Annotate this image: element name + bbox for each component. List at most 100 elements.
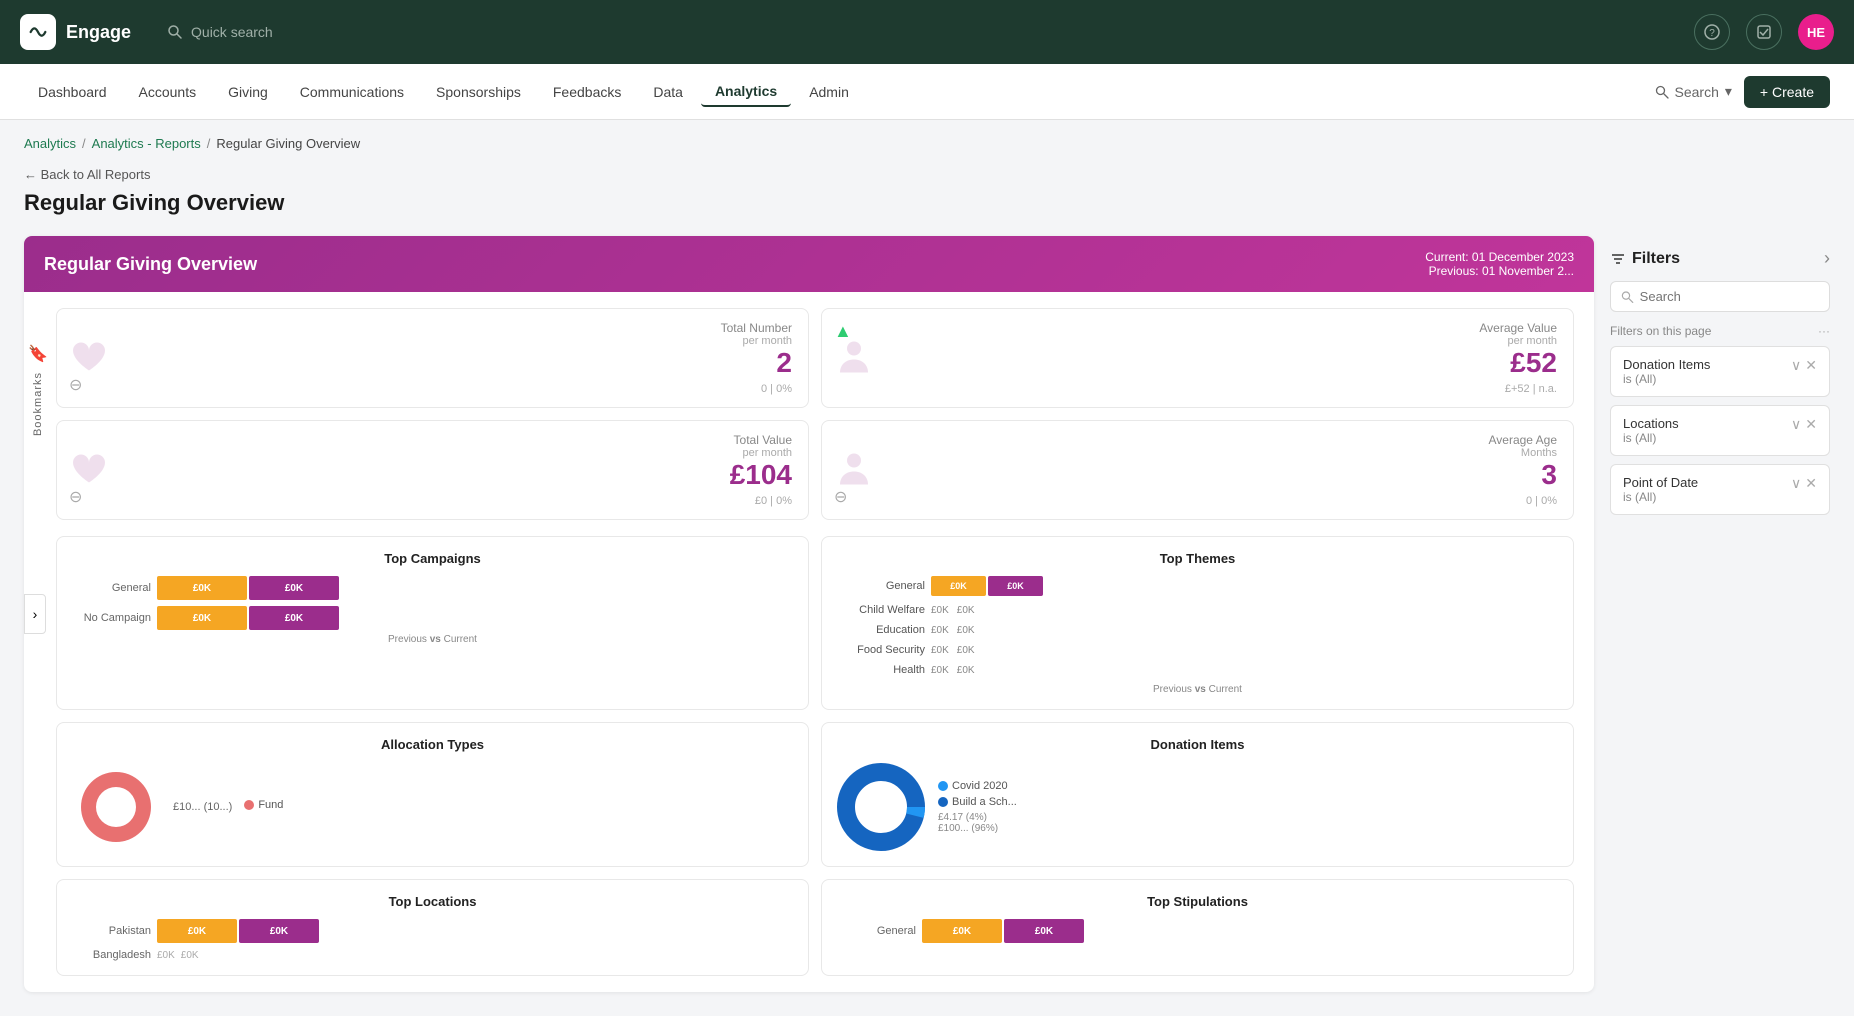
themes-bars: General £0K £0K Child Welfare £0K £0K (836, 576, 1559, 676)
theme-bar-general-curr: £0K (988, 576, 1043, 596)
bookmark-icon[interactable]: 🔖 (28, 344, 48, 364)
top-stipulations-bars: General £0K £0K (836, 919, 1559, 943)
stat-label-4: Average Age (838, 433, 1557, 447)
logo-container[interactable]: Engage (20, 14, 131, 50)
top-search[interactable]: Quick search (167, 24, 273, 40)
filter-pointofdate-actions: ∨ ✕ (1791, 475, 1817, 492)
stat-value-3: £104 (73, 459, 792, 491)
theme-label-health: Health (840, 664, 925, 676)
theme-row-childwelfare: Child Welfare £0K £0K (840, 604, 1555, 616)
filter-donation-clear[interactable]: ✕ (1805, 357, 1817, 374)
page-title: Regular Giving Overview (0, 186, 1854, 236)
location-bar-pakistan-prev: £0K (157, 919, 237, 943)
nav-search-chevron: ▾ (1725, 83, 1732, 100)
filter-locations-expand[interactable]: ∨ (1791, 416, 1801, 433)
nav-communications[interactable]: Communications (286, 78, 418, 106)
campaign-bar-nocampaign-curr: £0K (249, 606, 339, 630)
top-bar: Engage Quick search ? HE (0, 0, 1854, 64)
donation-legend-values: £4.17 (4%) £100... (96%) (938, 812, 1017, 834)
top-campaigns-bars: General £0K £0K No Campaign £0K £0K (71, 576, 794, 630)
location-val-bd-prev: £0K (157, 950, 175, 961)
campaign-bar-general-curr: £0K (249, 576, 339, 600)
date-previous: Previous: 01 November 2... (1425, 264, 1574, 278)
nav-accounts[interactable]: Accounts (125, 78, 211, 106)
location-bars-pakistan: £0K £0K (157, 919, 794, 943)
top-themes-title: Top Themes (836, 551, 1559, 566)
nav-search[interactable]: Search ▾ (1655, 83, 1732, 100)
donation-value-build: £100... (96%) (938, 823, 1017, 834)
main-content: › 🔖 Bookmarks Regular Giving Overview Cu… (0, 236, 1854, 1016)
filter-item-donation: Donation Items is (All) ∨ ✕ (1610, 346, 1830, 397)
stat-total-number: Total Number per month 2 0 | 0% ⊖ (56, 308, 809, 408)
breadcrumb-analytics[interactable]: Analytics (24, 136, 76, 151)
fund-legend-dot (244, 800, 254, 810)
breadcrumb-reports[interactable]: Analytics - Reports (92, 136, 201, 151)
nav-analytics[interactable]: Analytics (701, 77, 791, 107)
app-name: Engage (66, 22, 131, 43)
help-button[interactable]: ? (1694, 14, 1730, 50)
stat-label-3: Total Value (73, 433, 792, 447)
filter-pointofdate-expand[interactable]: ∨ (1791, 475, 1801, 492)
build-legend-label: Build a Sch... (952, 796, 1017, 808)
top-campaigns-chart: Top Campaigns General £0K £0K No Campaig… (56, 536, 809, 710)
avatar[interactable]: HE (1798, 14, 1834, 50)
theme-bars-childwelfare: £0K £0K (931, 605, 975, 616)
stipulation-bars-general: £0K £0K (922, 919, 1559, 943)
toggle-icon: › (33, 606, 38, 622)
stipulation-label-general: General (836, 925, 916, 937)
stat-value-1: 2 (73, 347, 792, 379)
theme-bars-education: £0K £0K (931, 625, 975, 636)
check-button[interactable] (1746, 14, 1782, 50)
theme-label-general: General (840, 580, 925, 592)
theme-bar-general-prev: £0K (931, 576, 986, 596)
stat-footer-1: 0 | 0% (73, 383, 792, 395)
create-button[interactable]: + Create (1744, 76, 1830, 108)
filters-section-label: Filters on this page ··· (1610, 324, 1830, 338)
stat-average-age: Average Age Months 3 0 | 0% ⊖ (821, 420, 1574, 520)
stat-minus-1: ⊖ (69, 375, 82, 395)
donuts-row: Allocation Types £10... (10...) Fund (24, 722, 1594, 879)
filter-pointofdate-content: Point of Date is (All) (1623, 475, 1783, 504)
nav-data[interactable]: Data (639, 78, 697, 106)
stat-icon-heart2 (69, 449, 109, 492)
nav-giving[interactable]: Giving (214, 78, 282, 106)
breadcrumb: Analytics / Analytics - Reports / Regula… (0, 120, 1854, 159)
breadcrumb-current: Regular Giving Overview (216, 136, 360, 151)
nav-sponsorships[interactable]: Sponsorships (422, 78, 535, 106)
location-row-pakistan: Pakistan £0K £0K (71, 919, 794, 943)
allocation-center-label: £10... (10...) (173, 801, 232, 813)
allocation-types-title: Allocation Types (71, 737, 794, 752)
filters-expand-button[interactable]: › (1824, 248, 1830, 269)
location-label-pakistan: Pakistan (71, 925, 151, 937)
filter-locations-actions: ∨ ✕ (1791, 416, 1817, 433)
filter-locations-clear[interactable]: ✕ (1805, 416, 1817, 433)
bottom-charts-row: Top Locations Pakistan £0K £0K Banglades… (24, 879, 1594, 992)
nav-feedbacks[interactable]: Feedbacks (539, 78, 635, 106)
charts-row-top: Top Campaigns General £0K £0K No Campaig… (24, 536, 1594, 722)
filters-title: Filters (1610, 250, 1680, 268)
stat-minus-3: ⊖ (69, 487, 82, 507)
campaign-bars-nocampaign: £0K £0K (157, 606, 794, 630)
nav-dashboard[interactable]: Dashboard (24, 78, 121, 106)
stat-minus-4: ⊖ (834, 487, 847, 507)
svg-text:?: ? (1709, 28, 1715, 39)
filter-donation-expand[interactable]: ∨ (1791, 357, 1801, 374)
filters-search-box[interactable] (1610, 281, 1830, 312)
filter-locations-content: Locations is (All) (1623, 416, 1783, 445)
theme-bars-foodsecurity: £0K £0K (931, 645, 975, 656)
back-link[interactable]: ← Back to All Reports (0, 159, 1854, 186)
sidebar-toggle[interactable]: › (24, 594, 46, 634)
top-stipulations-chart: Top Stipulations General £0K £0K (821, 879, 1574, 976)
location-bar-pakistan-curr: £0K (239, 919, 319, 943)
filters-more-icon[interactable]: ··· (1818, 324, 1830, 338)
nav-right: Search ▾ + Create (1655, 76, 1830, 108)
covid-legend-label: Covid 2020 (952, 780, 1008, 792)
donation-value-covid: £4.17 (4%) (938, 812, 1017, 823)
nav-admin[interactable]: Admin (795, 78, 863, 106)
filters-search-input[interactable] (1640, 289, 1819, 304)
report-header: Regular Giving Overview Current: 01 Dece… (24, 236, 1594, 292)
filter-pointofdate-clear[interactable]: ✕ (1805, 475, 1817, 492)
report-header-dates: Current: 01 December 2023 Previous: 01 N… (1425, 250, 1574, 278)
secondary-nav: Dashboard Accounts Giving Communications… (0, 64, 1854, 120)
stat-sublabel-3: per month (73, 447, 792, 459)
